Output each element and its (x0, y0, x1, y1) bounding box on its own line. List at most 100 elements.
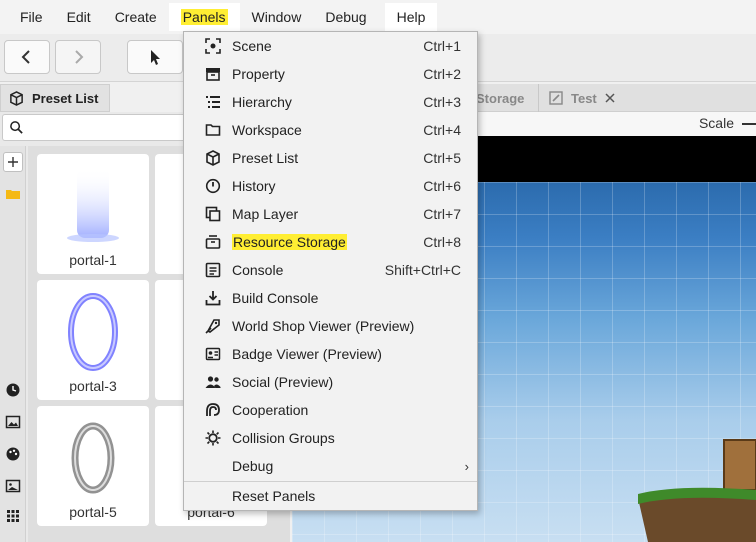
close-icon[interactable] (603, 91, 617, 105)
chevron-left-icon (21, 50, 30, 64)
menu-item-shortcut: Ctrl+5 (423, 150, 461, 166)
menu-window[interactable]: Window (240, 3, 314, 31)
panels-menu-item-console[interactable]: Console Shift+Ctrl+C (184, 256, 477, 284)
panels-menu: Scene Ctrl+1 Property Ctrl+2 Hierarchy C… (183, 31, 478, 511)
menu-help[interactable]: Help (384, 3, 438, 31)
panels-menu-item-scene[interactable]: Scene Ctrl+1 (184, 32, 477, 60)
menu-item-label: Badge Viewer (Preview) (232, 346, 382, 362)
document-tabs: Storage Test (476, 84, 756, 112)
menu-item-label: Scene (232, 38, 272, 54)
menu-item-shortcut: Ctrl+2 (423, 66, 461, 82)
menu-item-label: World Shop Viewer (Preview) (232, 318, 415, 334)
hierarchy-icon (206, 96, 220, 108)
menu-file-label: File (20, 9, 43, 25)
tab-resource-storage[interactable]: Storage (476, 84, 524, 112)
panels-menu-item-collision-groups[interactable]: Collision Groups (184, 424, 477, 452)
panels-menu-item-debug[interactable]: Debug › (184, 452, 477, 480)
menu-item-shortcut: Ctrl+1 (423, 38, 461, 54)
menu-help-label: Help (396, 9, 426, 25)
menu-item-label: Collision Groups (232, 430, 335, 446)
menu-debug[interactable]: Debug (313, 3, 378, 31)
menu-debug-label: Debug (325, 9, 367, 25)
panels-menu-item-map-layer[interactable]: Map Layer Ctrl+7 (184, 200, 477, 228)
picture-icon (5, 479, 21, 493)
menu-item-label: Hierarchy (232, 94, 292, 110)
cooperation-icon (206, 403, 220, 416)
panels-menu-item-reset-panels[interactable]: Reset Panels (184, 482, 477, 510)
panels-menu-item-social[interactable]: Social (Preview) (184, 368, 477, 396)
tab-test-label: Test (571, 90, 597, 106)
tab-preset-list[interactable]: Preset List (0, 84, 110, 112)
menu-item-shortcut: Shift+Ctrl+C (384, 262, 461, 278)
panels-menu-item-badge-viewer[interactable]: Badge Viewer (Preview) (184, 340, 477, 368)
preset-card-portal-5[interactable]: portal-5 (37, 406, 149, 526)
shop-icon (205, 319, 220, 334)
forward-button[interactable] (55, 40, 101, 74)
menu-create-label: Create (114, 9, 157, 25)
preset-side-strip (0, 146, 26, 542)
preset-card-portal-1[interactable]: portal-1 (37, 154, 149, 274)
portal-5-thumbnail (71, 422, 115, 494)
menu-item-shortcut: Ctrl+6 (423, 178, 461, 194)
menu-item-label: Workspace (232, 122, 302, 138)
clock-icon (6, 383, 20, 397)
menu-item-label: Preset List (232, 150, 299, 166)
folder-icon (205, 124, 221, 136)
menu-item-label: Social (Preview) (232, 374, 334, 390)
layers-icon (205, 206, 221, 222)
menu-window-label: Window (251, 9, 302, 25)
menu-item-label: Cooperation (232, 402, 309, 418)
add-preset-button[interactable] (3, 152, 23, 172)
menu-item-shortcut: Ctrl+7 (423, 206, 461, 222)
menu-edit[interactable]: Edit (55, 3, 103, 31)
preset-card-portal-3[interactable]: portal-3 (37, 280, 149, 400)
panels-menu-item-history[interactable]: History Ctrl+6 (184, 172, 477, 200)
menu-item-label: Console (232, 262, 284, 278)
menu-panels[interactable]: Panels (168, 3, 240, 31)
property-icon (206, 68, 220, 81)
palette-filter-button[interactable] (3, 444, 23, 464)
submenu-arrow-icon: › (464, 458, 469, 474)
menu-item-label: Resource Storage (232, 234, 347, 250)
menu-create[interactable]: Create (103, 3, 169, 31)
plus-icon (8, 157, 18, 167)
search-icon (10, 121, 23, 134)
image-icon (5, 415, 21, 429)
menu-item-shortcut: Ctrl+8 (423, 234, 461, 250)
preset-search-input[interactable] (2, 114, 192, 141)
menu-file[interactable]: File (8, 3, 55, 31)
folder-button[interactable] (3, 184, 23, 204)
back-button[interactable] (4, 40, 50, 74)
panels-menu-item-resource-storage[interactable]: Resource Storage Ctrl+8 (184, 228, 477, 256)
grid-filter-button[interactable] (3, 506, 23, 526)
image-filter-button[interactable] (3, 412, 23, 432)
menu-item-shortcut: Ctrl+3 (423, 94, 461, 110)
tab-test[interactable]: Test (538, 84, 617, 112)
panels-menu-item-build-console[interactable]: Build Console (184, 284, 477, 312)
preset-card-label: portal-3 (69, 378, 117, 394)
panels-menu-item-hierarchy[interactable]: Hierarchy Ctrl+3 (184, 88, 477, 116)
menu-panels-label: Panels (180, 9, 228, 25)
grid-icon (7, 510, 19, 522)
menu-item-label: Map Layer (232, 206, 299, 222)
menu-item-label: Debug (232, 458, 274, 474)
chevron-right-icon (75, 50, 84, 64)
menu-item-label: History (232, 178, 276, 194)
menu-item-shortcut: Ctrl+4 (423, 122, 461, 138)
history-filter-button[interactable] (3, 380, 23, 400)
palette-icon (6, 447, 20, 461)
picture-filter-button[interactable] (3, 476, 23, 496)
storage-icon (205, 235, 221, 249)
panels-menu-item-property[interactable]: Property Ctrl+2 (184, 60, 477, 88)
scale-decrease-button[interactable] (742, 123, 756, 125)
scene-icon (205, 38, 221, 54)
panels-menu-item-workspace[interactable]: Workspace Ctrl+4 (184, 116, 477, 144)
select-tool-button[interactable] (127, 40, 183, 74)
panels-menu-item-preset-list[interactable]: Preset List Ctrl+5 (184, 144, 477, 172)
tab-preset-list-label: Preset List (32, 90, 99, 106)
badge-icon (205, 347, 221, 361)
panels-menu-item-cooperation[interactable]: Cooperation (184, 396, 477, 424)
panels-menu-item-world-shop-viewer[interactable]: World Shop Viewer (Preview) (184, 312, 477, 340)
menu-bar: File Edit Create Panels Window Debug Hel… (0, 0, 756, 34)
terrain-sprite (638, 439, 756, 542)
